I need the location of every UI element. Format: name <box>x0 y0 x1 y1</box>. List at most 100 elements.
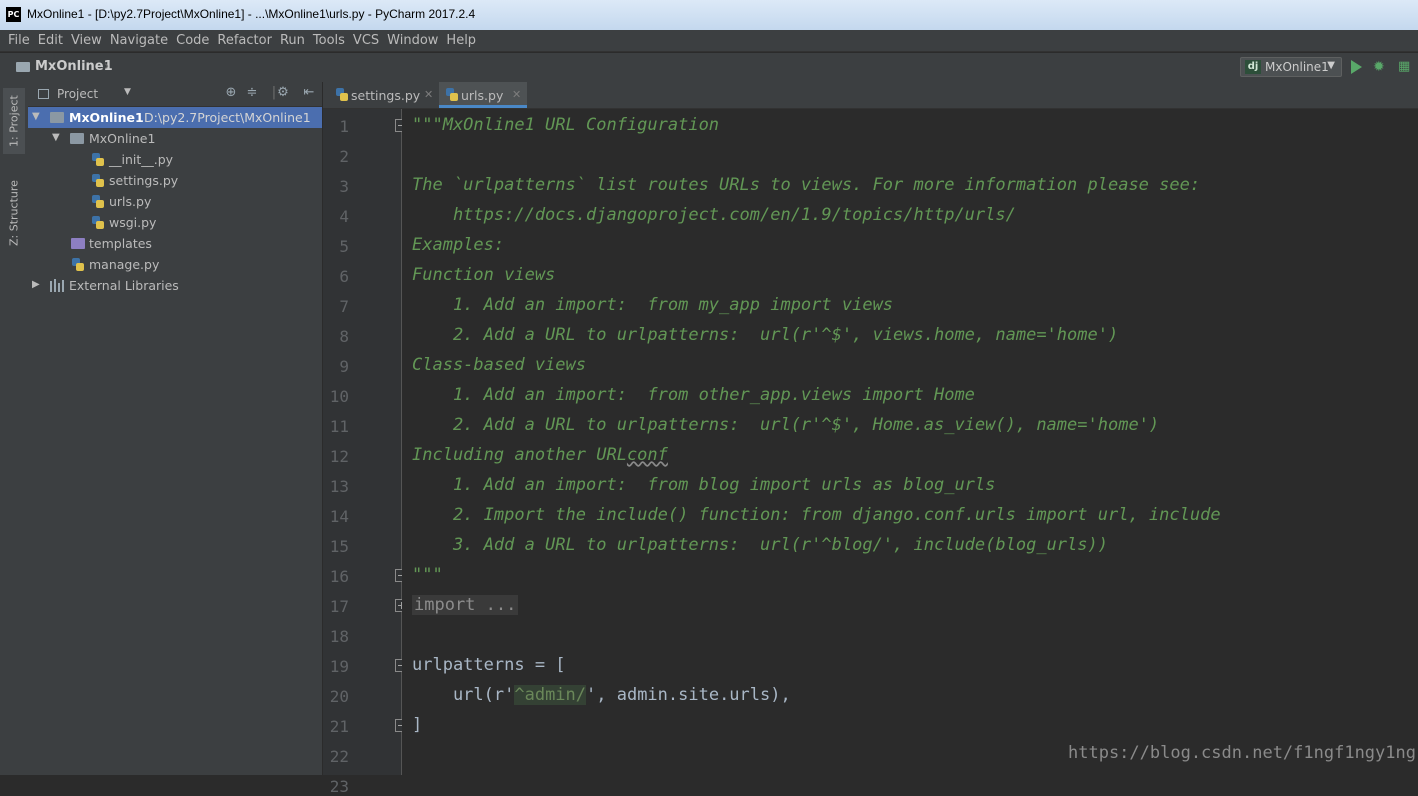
navigation-bar: MxOnline1 › dj MxOnline1 ▼ ✹ ▦ <box>0 53 1418 83</box>
code-line: 1. Add an import: from blog import urls … <box>412 475 996 495</box>
tool-tab-structure[interactable]: Z: Structure <box>3 176 25 250</box>
menu-view[interactable]: View <box>67 33 106 48</box>
tree-item-label: MxOnline1 <box>89 131 156 146</box>
python-file-icon <box>71 257 85 272</box>
tree-item-file[interactable]: manage.py <box>28 254 322 275</box>
code-text: Including another URL <box>412 445 627 465</box>
project-view-selector[interactable]: Project <box>57 87 98 101</box>
tree-item-external-libraries[interactable]: ▶ External Libraries <box>28 275 322 296</box>
code-line: Function views <box>412 265 556 285</box>
project-panel-header: Project ▼ ⊕ ≑ | ⚙ ⇤ <box>28 82 322 107</box>
left-tool-strip: 1: Project Z: Structure <box>0 82 29 775</box>
line-number: 20 <box>329 687 349 706</box>
python-file-icon <box>91 194 105 209</box>
gear-icon[interactable]: ⚙ <box>275 85 291 101</box>
editor-gutter[interactable]: 1 2 3 4 5 6 7 8 9 10 11 12 13 14 15 16 1… <box>323 109 408 796</box>
line-number: 22 <box>329 747 349 766</box>
tree-item-label: urls.py <box>109 194 152 209</box>
menu-tools[interactable]: Tools <box>309 33 349 48</box>
line-number: 2 <box>339 147 349 166</box>
window-title: MxOnline1 - [D:\py2.7Project\MxOnline1] … <box>27 7 476 21</box>
tree-item-root[interactable]: ▼ MxOnline1 D:\py2.7Project\MxOnline1 <box>28 107 322 128</box>
coverage-icon[interactable]: ▦ <box>1398 59 1412 75</box>
tree-item-file[interactable]: settings.py <box>28 170 322 191</box>
run-configuration-dropdown[interactable]: dj MxOnline1 ▼ <box>1240 57 1342 77</box>
tree-item-label: wsgi.py <box>109 215 157 230</box>
code-line: 3. Add a URL to urlpatterns: url(r'^blog… <box>412 535 1108 555</box>
code-string: ^admin/ <box>514 685 587 705</box>
debug-icon[interactable]: ✹ <box>1373 59 1389 75</box>
line-number: 1 <box>339 117 349 136</box>
folded-imports[interactable]: import ... <box>412 595 519 615</box>
line-number: 4 <box>339 207 349 226</box>
code-line: 1. Add an import: from other_app.views i… <box>412 385 975 405</box>
locate-icon[interactable]: ⊕ <box>223 85 239 101</box>
tree-item-label: MxOnline1 <box>69 110 144 125</box>
run-icon[interactable] <box>1351 60 1362 74</box>
code-line: ] <box>412 715 423 735</box>
code-line: """MxOnline1 URL Configuration <box>412 115 720 135</box>
watermark: https://blog.csdn.net/f1ngf1ngy1ng <box>1068 743 1416 763</box>
line-number: 6 <box>339 267 349 286</box>
line-number: 5 <box>339 237 349 256</box>
line-number: 19 <box>329 657 349 676</box>
chevron-down-icon: ▼ <box>1327 60 1335 71</box>
close-icon[interactable]: ✕ <box>424 88 433 101</box>
line-number: 10 <box>329 387 349 406</box>
line-number: 8 <box>339 327 349 346</box>
menu-vcs[interactable]: VCS <box>349 33 383 48</box>
python-file-icon <box>91 173 105 188</box>
tab-urls-py[interactable]: urls.py ✕ <box>439 82 527 108</box>
chevron-down-icon[interactable]: ▼ <box>124 87 131 97</box>
breadcrumb[interactable]: MxOnline1 <box>35 59 113 74</box>
folder-icon <box>50 112 64 123</box>
line-number: 12 <box>329 447 349 466</box>
collapse-all-icon[interactable]: ≑ <box>244 85 260 101</box>
line-number: 13 <box>329 477 349 496</box>
tree-item-path: D:\py2.7Project\MxOnline1 <box>144 110 311 125</box>
tree-item-package[interactable]: ▼ MxOnline1 <box>28 128 322 149</box>
menu-run[interactable]: Run <box>276 33 309 48</box>
hide-panel-icon[interactable]: ⇤ <box>301 85 317 101</box>
tree-item-label: templates <box>89 236 152 251</box>
chevron-right-icon[interactable]: ▶ <box>32 279 40 290</box>
menu-bar: File Edit View Navigate Code Refactor Ru… <box>0 30 1418 52</box>
templates-folder-icon <box>71 238 85 249</box>
chevron-down-icon[interactable]: ▼ <box>52 132 60 143</box>
code-line: Including another URLconf <box>412 440 668 470</box>
project-view-icon <box>38 89 49 99</box>
python-file-icon <box>335 87 349 102</box>
close-icon[interactable]: ✕ <box>512 88 521 101</box>
code-line: https://docs.djangoproject.com/en/1.9/to… <box>412 205 1016 225</box>
title-bar: PC MxOnline1 - [D:\py2.7Project\MxOnline… <box>0 0 1418 31</box>
menu-edit[interactable]: Edit <box>34 33 67 48</box>
code-line: Class-based views <box>412 355 586 375</box>
code-line: urlpatterns = [ <box>412 655 566 675</box>
tree-item-label: __init__.py <box>109 152 174 167</box>
code-line: 2. Import the include() function: from d… <box>412 505 1221 525</box>
menu-refactor[interactable]: Refactor <box>213 33 276 48</box>
tree-item-file[interactable]: urls.py <box>28 191 322 212</box>
code-editor[interactable]: """MxOnline1 URL Configuration The `urlp… <box>402 109 1418 775</box>
tree-item-folder[interactable]: templates <box>28 233 322 254</box>
package-folder-icon <box>70 133 84 144</box>
code-line: 1. Add an import: from my_app import vie… <box>412 295 894 315</box>
tool-tab-project[interactable]: 1: Project <box>3 88 25 154</box>
line-number: 15 <box>329 537 349 556</box>
chevron-down-icon[interactable]: ▼ <box>32 111 40 122</box>
code-line: The `urlpatterns` list routes URLs to vi… <box>412 175 1201 195</box>
code-text: ', admin.site.urls), <box>586 685 791 705</box>
menu-navigate[interactable]: Navigate <box>106 33 172 48</box>
line-number: 9 <box>339 357 349 376</box>
menu-file[interactable]: File <box>4 33 34 48</box>
line-number: 18 <box>329 627 349 646</box>
tab-settings-py[interactable]: settings.py ✕ <box>329 82 435 108</box>
tab-label: urls.py <box>461 88 504 103</box>
line-number: 7 <box>339 297 349 316</box>
tab-label: settings.py <box>351 88 421 103</box>
menu-window[interactable]: Window <box>383 33 442 48</box>
menu-help[interactable]: Help <box>442 33 480 48</box>
tree-item-file[interactable]: __init__.py <box>28 149 322 170</box>
menu-code[interactable]: Code <box>172 33 213 48</box>
tree-item-file[interactable]: wsgi.py <box>28 212 322 233</box>
